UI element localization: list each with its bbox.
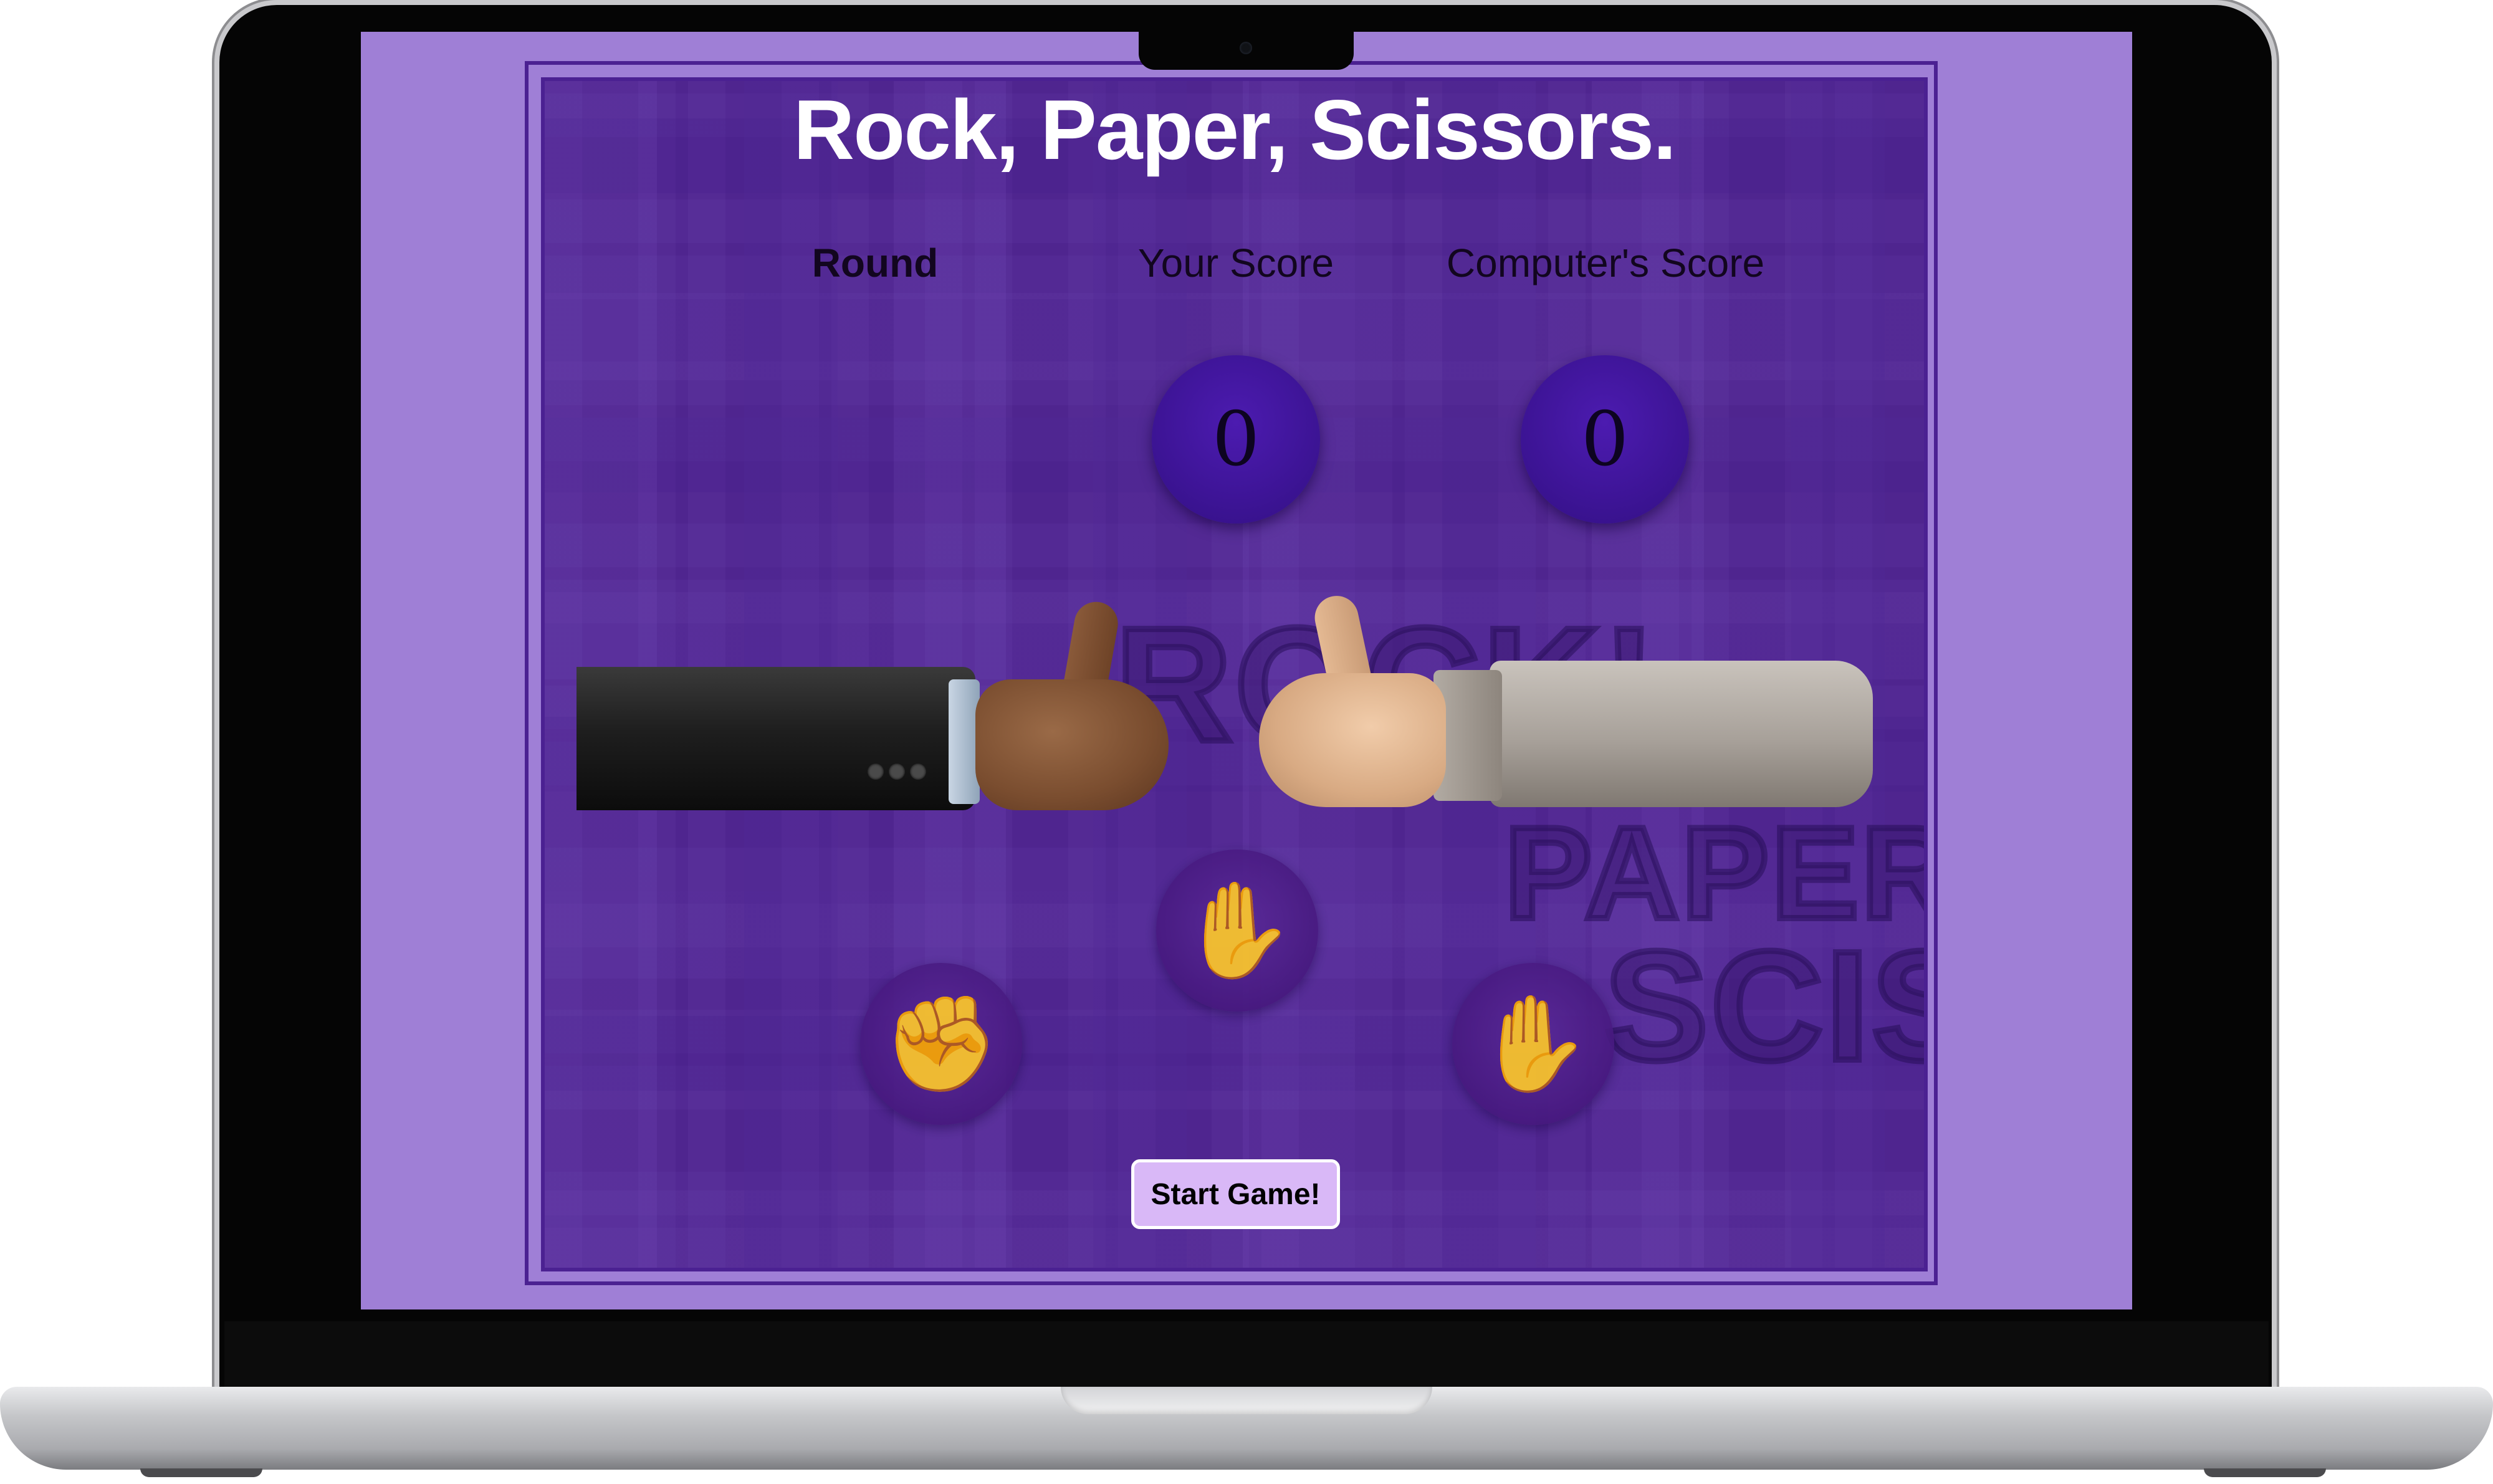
scissors-choice-button[interactable]: ✋ xyxy=(1452,963,1614,1125)
player-arm-sleeve xyxy=(577,667,975,810)
sleeve-buttons xyxy=(868,764,936,788)
your-score-label: Your Score xyxy=(1137,241,1334,285)
page-title: Rock, Paper, Scissors. xyxy=(793,82,1677,177)
player-thumbs-up-hand-icon xyxy=(975,679,1169,810)
round-label: Round xyxy=(811,241,939,285)
raised-fist-icon: ✊ xyxy=(883,990,1000,1098)
computer-thumbs-up-hand-icon xyxy=(1259,673,1446,807)
laptop-foot-left xyxy=(140,1468,262,1477)
rock-choice-button[interactable]: ✊ xyxy=(860,963,1022,1125)
background-word-scissors: SCISSORS! xyxy=(1601,916,1924,1096)
camera-icon xyxy=(1240,42,1252,54)
computer-score-label: Computer's Score xyxy=(1446,241,1765,285)
raised-hand-icon: ✋ xyxy=(1179,876,1296,985)
your-score-value: 0 xyxy=(1152,355,1320,524)
laptop-base-notch xyxy=(1061,1387,1432,1414)
camera-notch xyxy=(1139,32,1354,70)
computer-arm-sleeve xyxy=(1490,661,1873,807)
computer-score-value: 0 xyxy=(1521,355,1689,524)
laptop-chin xyxy=(224,1321,2269,1387)
paper-choice-button[interactable]: ✋ xyxy=(1156,850,1318,1012)
vulcan-hand-icon: ✋ xyxy=(1475,990,1592,1098)
laptop-foot-right xyxy=(2204,1468,2326,1477)
start-game-button[interactable]: Start Game! xyxy=(1131,1159,1340,1229)
